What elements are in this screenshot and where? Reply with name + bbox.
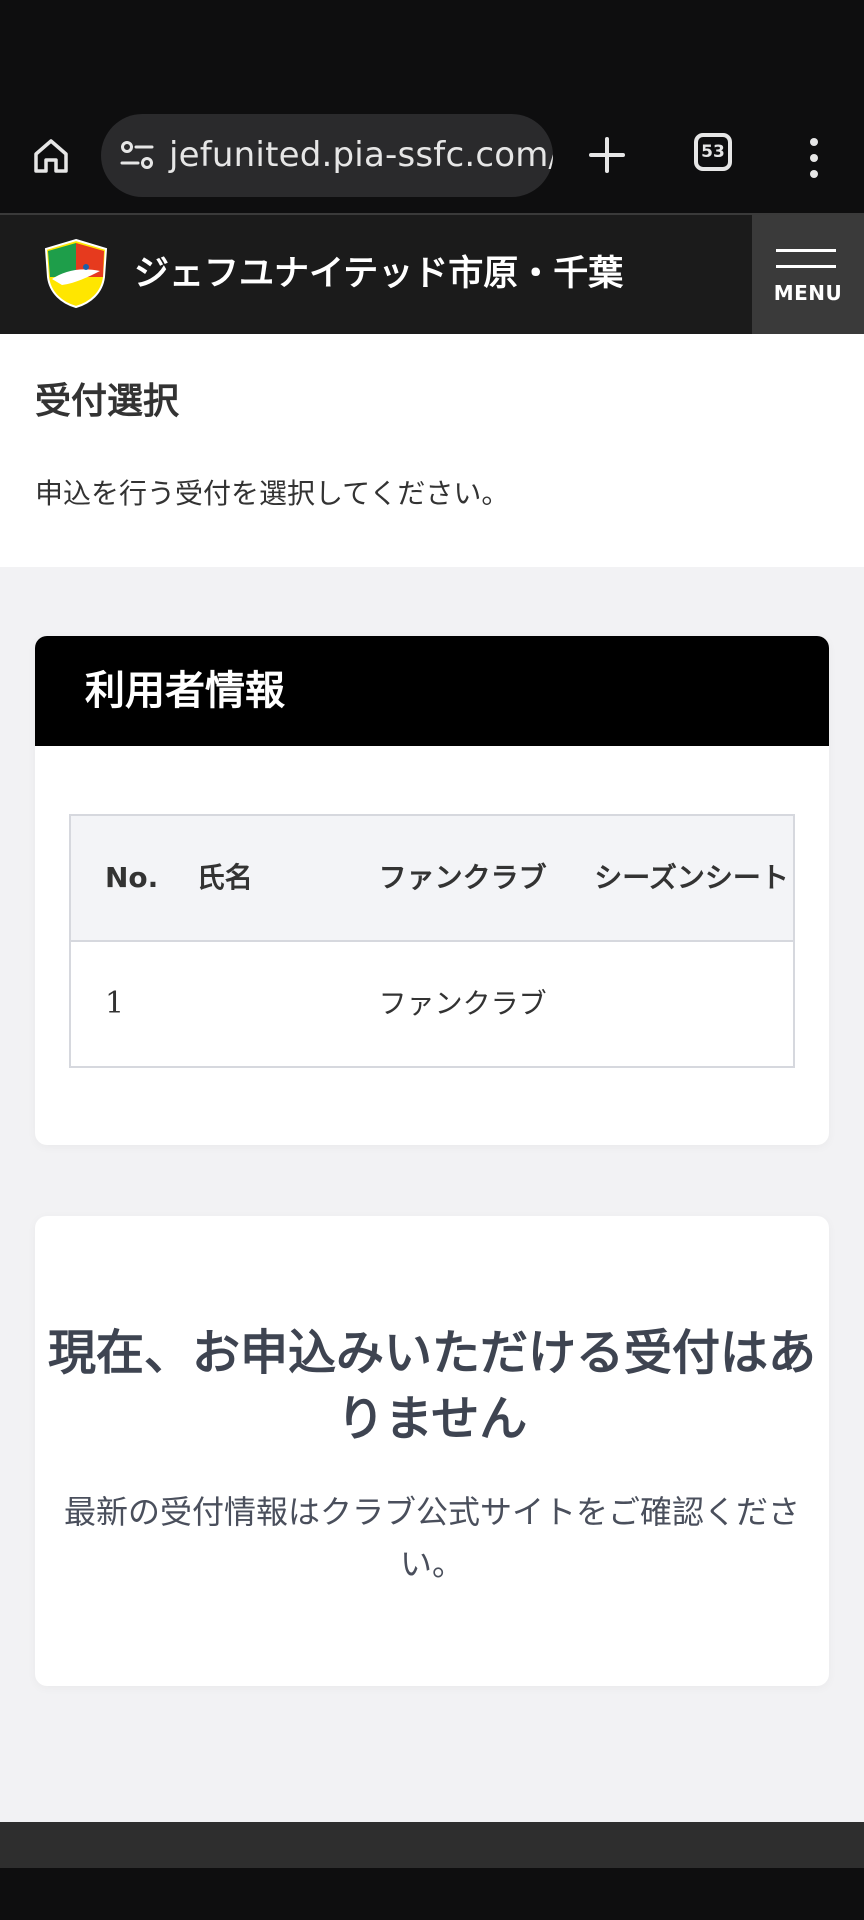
no-reception-message: 最新の受付情報はクラブ公式サイトをご確認ください。 <box>63 1493 800 1583</box>
menu-label: MENU <box>773 281 843 305</box>
status-bar <box>0 0 864 105</box>
site-settings-icon[interactable] <box>119 138 155 174</box>
cell-no: 1 <box>70 941 197 1067</box>
menu-button[interactable]: MENU <box>752 215 864 334</box>
column-header-no: No. <box>70 815 197 942</box>
user-info-table: No. 氏名 ファンクラブ シーズンシート 1 ファンクラブ <box>69 814 795 1068</box>
tab-switcher-button[interactable]: 53 <box>694 133 732 171</box>
page-intro: 受付選択 申込を行う受付を選択してください。 <box>0 334 864 567</box>
cell-name <box>196 941 379 1067</box>
user-info-title: 利用者情報 <box>85 668 285 714</box>
club-logo[interactable] <box>40 237 112 309</box>
no-reception-card: 現在、お申込みいただける受付はありません 最新の受付情報はクラブ公式サイトをご確… <box>35 1216 829 1686</box>
user-info-card-header: 利用者情報 <box>35 636 829 746</box>
cell-season-seat <box>594 941 794 1067</box>
column-header-season-seat: シーズンシート <box>594 815 794 942</box>
more-options-icon[interactable] <box>804 135 824 181</box>
new-tab-icon[interactable] <box>585 133 629 177</box>
user-info-card: 利用者情報 No. 氏名 ファンクラブ シーズンシート 1 ファンクラブ <box>35 636 829 1145</box>
page-description: 申込を行う受付を選択してください。 <box>35 477 510 510</box>
site-title[interactable]: ジェフユナイテッド市原・千葉 <box>134 215 623 334</box>
table-header-row: No. 氏名 ファンクラブ シーズンシート <box>70 815 794 942</box>
column-header-fanclub: ファンクラブ <box>378 815 595 942</box>
cell-fanclub: ファンクラブ <box>378 941 595 1067</box>
browser-toolbar: jefunited.pia-ssfc.com/n 53 <box>0 105 864 215</box>
address-bar[interactable]: jefunited.pia-ssfc.com/n <box>101 114 553 197</box>
navigation-bar <box>0 1868 864 1920</box>
home-icon[interactable] <box>30 135 72 177</box>
site-header: ジェフユナイテッド市原・千葉 MENU <box>0 215 864 334</box>
page-title: 受付選択 <box>35 381 180 422</box>
page-footer <box>0 1822 864 1868</box>
no-reception-title: 現在、お申込みいただける受付はありません <box>47 1325 816 1447</box>
url-text[interactable]: jefunited.pia-ssfc.com/n <box>169 114 553 197</box>
column-header-name: 氏名 <box>196 815 379 942</box>
table-row: 1 ファンクラブ <box>70 941 794 1067</box>
hamburger-icon <box>776 249 836 281</box>
